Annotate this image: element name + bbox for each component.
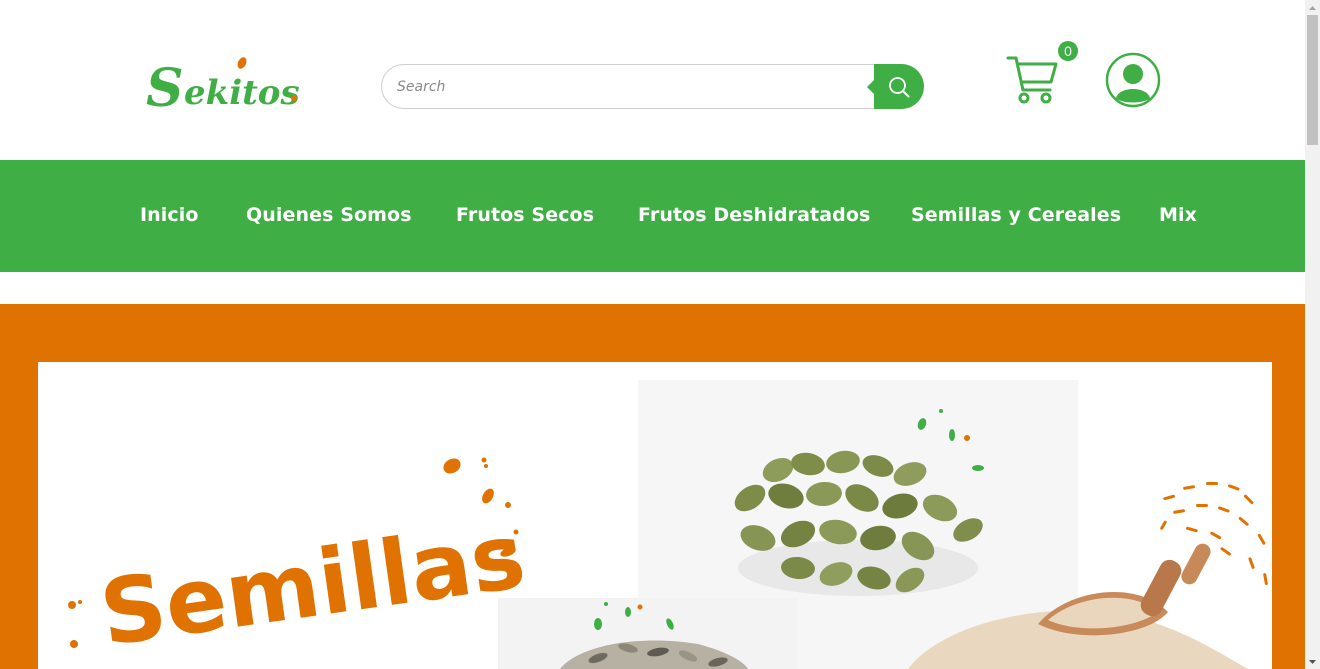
search-button[interactable] <box>867 64 924 109</box>
cart-icon[interactable] <box>1006 54 1060 106</box>
sekitos-logo[interactable]: S ekitos <box>144 42 304 118</box>
scrollbar-thumb[interactable] <box>1307 15 1318 145</box>
search-bar <box>381 64 924 109</box>
site-header: S ekitos 0 <box>0 0 1305 160</box>
svg-text:S: S <box>146 58 184 118</box>
main-nav: Inicio Quienes Somos Frutos Secos Frutos… <box>0 160 1305 272</box>
scroll-down-arrow-icon[interactable] <box>1305 654 1320 669</box>
cart-count-badge: 0 <box>1058 41 1078 61</box>
svg-text:ekitos: ekitos <box>184 73 300 113</box>
nav-item-mix[interactable]: Mix <box>1159 204 1197 226</box>
nav-item-frutos-secos[interactable]: Frutos Secos <box>456 204 594 226</box>
user-icon[interactable] <box>1105 52 1161 108</box>
nav-item-frutos-deshidratados[interactable]: Frutos Deshidratados <box>638 204 870 226</box>
scroll-up-arrow-icon[interactable] <box>1305 0 1320 15</box>
nav-item-inicio[interactable]: Inicio <box>140 204 199 226</box>
search-input[interactable] <box>381 64 881 109</box>
hero-title: Semillas <box>94 504 531 667</box>
hero-banner: Semillas <box>0 304 1305 669</box>
search-icon <box>889 76 910 97</box>
page-scrollbar[interactable] <box>1305 0 1320 669</box>
hero-illustration: Semillas <box>68 380 1268 669</box>
nav-item-quienes-somos[interactable]: Quienes Somos <box>246 204 412 226</box>
nav-item-semillas-cereales[interactable]: Semillas y Cereales <box>911 204 1121 226</box>
hero-card: Semillas <box>38 362 1272 669</box>
